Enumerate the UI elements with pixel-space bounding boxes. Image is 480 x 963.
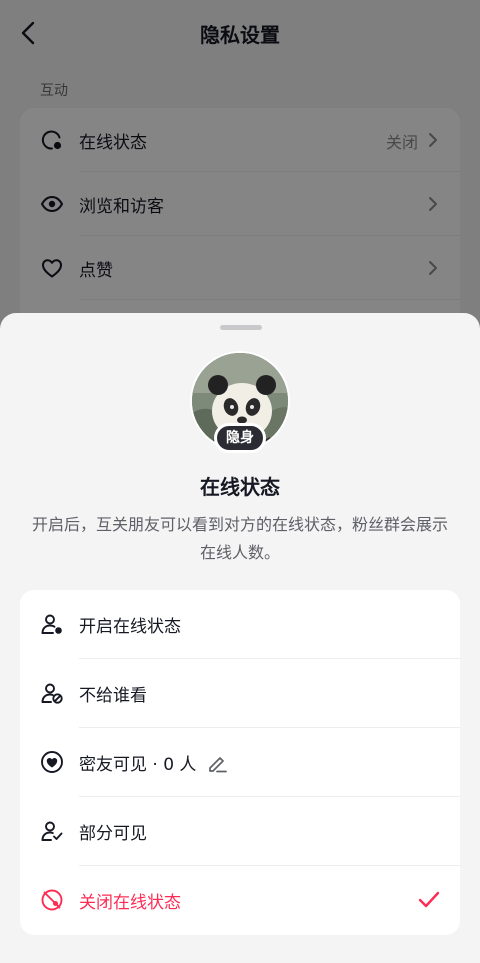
sheet-title: 在线状态 xyxy=(200,475,280,499)
status-off-icon xyxy=(41,889,63,911)
option-label: 部分可见 xyxy=(79,824,147,844)
heart-circle-icon xyxy=(41,751,63,773)
option-hide-from[interactable]: 不给谁看 xyxy=(20,659,460,728)
option-enable-online-status[interactable]: 开启在线状态 xyxy=(20,590,460,659)
person-block-icon xyxy=(41,683,63,704)
option-disable-online-status[interactable]: 关闭在线状态 xyxy=(20,866,460,935)
invisible-badge: 隐身 xyxy=(214,423,266,453)
edit-pencil-icon[interactable] xyxy=(206,752,228,774)
online-status-sheet: 隐身 在线状态 开启后，互关朋友可以看到对方的在线状态，粉丝群会展示在线人数。 … xyxy=(0,313,480,963)
online-status-options: 开启在线状态 不给谁看 密友可见 · 0 人 部分可见 关闭在线状态 xyxy=(20,590,460,935)
option-label-text: 密友可见 · 0 人 xyxy=(79,755,197,775)
drag-handle[interactable] xyxy=(220,325,262,330)
person-check-icon xyxy=(41,821,63,841)
option-label: 开启在线状态 xyxy=(79,617,181,637)
option-partially-visible[interactable]: 部分可见 xyxy=(20,797,460,866)
checkmark-icon xyxy=(418,891,440,908)
option-label: 密友可见 · 0 人 xyxy=(79,750,228,775)
sheet-description: 开启后，互关朋友可以看到对方的在线状态，粉丝群会展示在线人数。 xyxy=(31,515,448,562)
option-label: 不给谁看 xyxy=(79,686,147,706)
option-close-friends[interactable]: 密友可见 · 0 人 xyxy=(20,728,460,797)
option-label: 关闭在线状态 xyxy=(79,893,181,913)
person-online-icon xyxy=(41,614,62,634)
